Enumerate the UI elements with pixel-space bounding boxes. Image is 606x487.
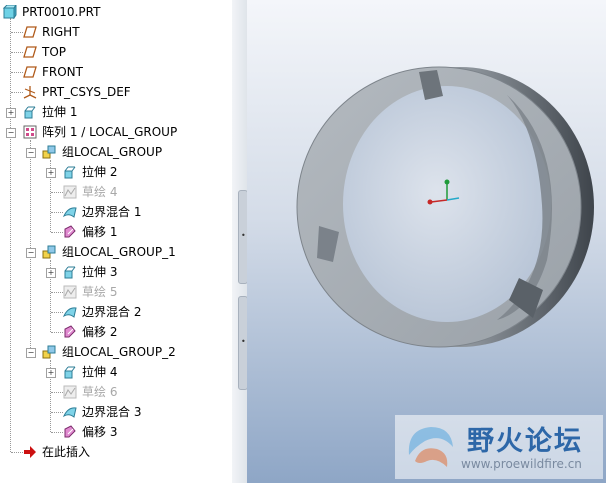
group-icon bbox=[42, 245, 56, 259]
group-icon bbox=[42, 345, 56, 359]
expand-icon[interactable]: + bbox=[46, 368, 56, 378]
sketch-icon bbox=[63, 285, 77, 299]
tree-item-group-0[interactable]: − 组LOCAL_GROUP bbox=[0, 143, 232, 161]
tree-item-label: 组LOCAL_GROUP_1 bbox=[62, 245, 176, 259]
tree-item-label: TOP bbox=[42, 45, 67, 59]
boundary-blend-icon bbox=[63, 207, 77, 218]
tree-item-label: 边界混合 2 bbox=[82, 305, 142, 319]
tree-item-front[interactable]: FRONT bbox=[0, 63, 232, 81]
extrude-icon bbox=[64, 166, 76, 179]
watermark-url: www.proewildfire.cn bbox=[461, 457, 582, 471]
tree-item-label: 拉伸 4 bbox=[82, 365, 118, 379]
tree-item-label: 在此插入 bbox=[42, 445, 91, 459]
part-icon bbox=[3, 5, 17, 19]
triad-x-dot bbox=[427, 199, 433, 205]
tree-item-label: 偏移 1 bbox=[82, 225, 118, 239]
sketch-icon bbox=[63, 385, 77, 399]
tree-item-extrude-4[interactable]: + 拉伸 4 bbox=[0, 363, 232, 381]
csys-icon bbox=[23, 86, 37, 99]
insert-arrow-icon bbox=[24, 446, 36, 458]
tree-item-offset-1[interactable]: 偏移 1 bbox=[0, 223, 232, 241]
tree-item-label: RIGHT bbox=[42, 25, 80, 39]
expand-icon[interactable]: + bbox=[46, 168, 56, 178]
watermark: 野火论坛 www.proewildfire.cn bbox=[395, 415, 603, 479]
tree-item-extrude-2[interactable]: + 拉伸 2 bbox=[0, 163, 232, 181]
extrude-icon bbox=[64, 366, 76, 379]
tree-item-insert-here[interactable]: 在此插入 bbox=[0, 443, 232, 461]
boundary-blend-icon bbox=[63, 307, 77, 318]
tree-item-label: 组LOCAL_GROUP_2 bbox=[62, 345, 176, 359]
tree-item-label: 组LOCAL_GROUP bbox=[62, 145, 163, 159]
offset-icon bbox=[64, 225, 76, 238]
tree-item-label: 拉伸 1 bbox=[42, 105, 78, 119]
tree-item-csys[interactable]: PRT_CSYS_DEF bbox=[0, 83, 232, 101]
tree-item-label: 偏移 2 bbox=[82, 325, 118, 339]
tree-item-label: 拉伸 2 bbox=[82, 165, 118, 179]
collapse-icon[interactable]: − bbox=[26, 348, 36, 358]
datum-plane-icon bbox=[23, 26, 37, 38]
tree-item-group-2[interactable]: − 组LOCAL_GROUP_2 bbox=[0, 343, 232, 361]
tree-item-offset-2[interactable]: 偏移 2 bbox=[0, 323, 232, 341]
tree-item-offset-3[interactable]: 偏移 3 bbox=[0, 423, 232, 441]
model-tree[interactable]: PRT0010.PRT RIGHT TOP FRONT PRT_CSYS_DEF… bbox=[0, 0, 233, 483]
tree-item-sketch-4[interactable]: 草绘 4 bbox=[0, 183, 232, 201]
tree-item-label: 边界混合 3 bbox=[82, 405, 142, 419]
watermark-logo bbox=[408, 427, 453, 467]
tree-item-top[interactable]: TOP bbox=[0, 43, 232, 61]
tree-item-label: 草绘 6 bbox=[82, 385, 118, 399]
offset-icon bbox=[64, 325, 76, 338]
expand-icon[interactable]: + bbox=[46, 268, 56, 278]
tree-item-sketch-5[interactable]: 草绘 5 bbox=[0, 283, 232, 301]
extrude-icon bbox=[24, 106, 36, 119]
boundary-blend-icon bbox=[63, 407, 77, 418]
tree-item-label: PRT_CSYS_DEF bbox=[42, 85, 131, 99]
collapse-icon[interactable]: − bbox=[6, 128, 16, 138]
pattern-icon bbox=[23, 125, 37, 139]
tree-item-group-1[interactable]: − 组LOCAL_GROUP_1 bbox=[0, 243, 232, 261]
tree-item-label: PRT0010.PRT bbox=[22, 5, 101, 19]
tree-item-boundary-blend-1[interactable]: 边界混合 1 bbox=[0, 203, 232, 221]
triad-y-dot bbox=[444, 179, 450, 185]
ring-model[interactable] bbox=[247, 0, 606, 483]
datum-plane-icon bbox=[23, 66, 37, 78]
collapse-icon[interactable]: − bbox=[26, 248, 36, 258]
datum-plane-icon bbox=[23, 46, 37, 58]
tree-item-label: FRONT bbox=[42, 65, 83, 79]
expand-icon[interactable]: + bbox=[6, 108, 16, 118]
tree-item-boundary-blend-2[interactable]: 边界混合 2 bbox=[0, 303, 232, 321]
graphics-viewport[interactable] bbox=[247, 0, 606, 483]
tree-item-label: 边界混合 1 bbox=[82, 205, 142, 219]
extrude-icon bbox=[64, 266, 76, 279]
tree-item-label: 偏移 3 bbox=[82, 425, 118, 439]
group-icon bbox=[42, 145, 56, 159]
tree-item-extrude-1[interactable]: + 拉伸 1 bbox=[0, 103, 232, 121]
tree-item-sketch-6[interactable]: 草绘 6 bbox=[0, 383, 232, 401]
offset-icon bbox=[64, 425, 76, 438]
collapse-icon[interactable]: − bbox=[26, 148, 36, 158]
tree-item-boundary-blend-3[interactable]: 边界混合 3 bbox=[0, 403, 232, 421]
tree-item-label: 阵列 1 / LOCAL_GROUP bbox=[42, 125, 178, 139]
watermark-title: 野火论坛 bbox=[467, 426, 583, 457]
tree-item-root[interactable]: PRT0010.PRT bbox=[0, 3, 232, 21]
tree-item-right[interactable]: RIGHT bbox=[0, 23, 232, 41]
sketch-icon bbox=[63, 185, 77, 199]
tree-item-label: 草绘 4 bbox=[82, 185, 118, 199]
tree-item-extrude-3[interactable]: + 拉伸 3 bbox=[0, 263, 232, 281]
tree-item-pattern-1[interactable]: − 阵列 1 / LOCAL_GROUP bbox=[0, 123, 232, 141]
tree-item-label: 草绘 5 bbox=[82, 285, 118, 299]
tree-item-label: 拉伸 3 bbox=[82, 265, 118, 279]
